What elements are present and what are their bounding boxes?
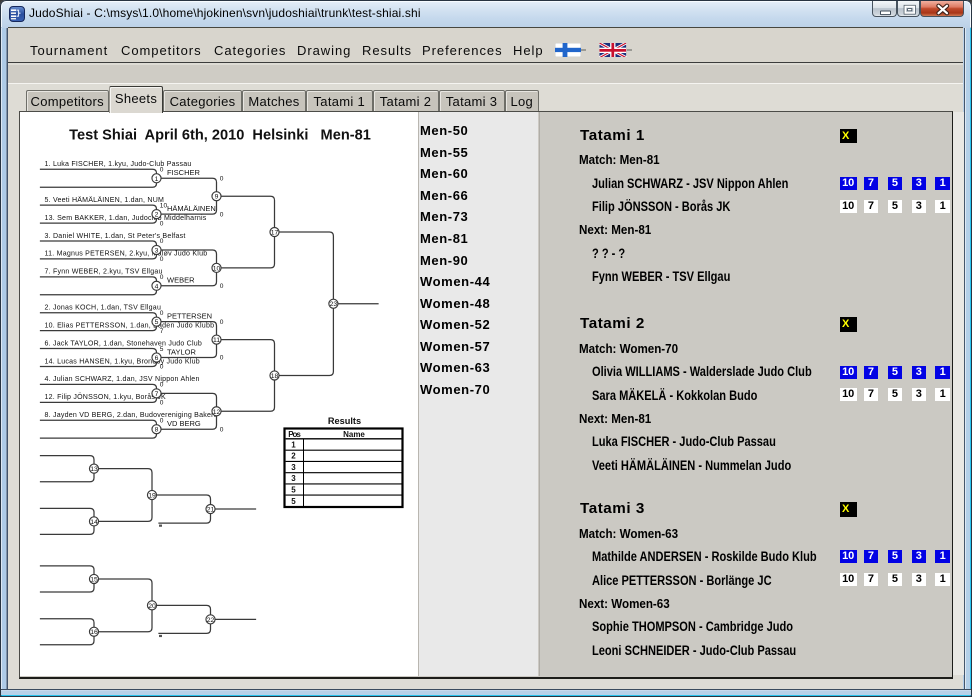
svg-text:3. Daniel WHITE, 1.dan, St Pet: 3. Daniel WHITE, 1.dan, St Peter's Belfa… — [45, 233, 186, 240]
svg-text:0: 0 — [220, 175, 224, 182]
svg-text:16: 16 — [90, 629, 98, 636]
svg-text:14: 14 — [90, 519, 98, 526]
svg-text:17: 17 — [271, 230, 279, 237]
svg-text:3: 3 — [291, 474, 296, 483]
svg-text:10: 10 — [213, 265, 221, 272]
svg-text:0: 0 — [160, 310, 164, 317]
svg-text:11. Magnus PETERSEN, 2.kyu, Må: 11. Magnus PETERSEN, 2.kyu, Måløv Judo K… — [45, 250, 208, 258]
svg-text:21: 21 — [207, 507, 215, 514]
svg-text:11: 11 — [213, 337, 220, 344]
svg-text:0: 0 — [160, 167, 164, 174]
svg-text:10. Elias PETTERSSON, 1.dan, B: 10. Elias PETTERSSON, 1.dan, Baden Judo … — [45, 322, 215, 329]
svg-text:23: 23 — [330, 301, 338, 308]
svg-text:12. Filip JÖNSSON, 1.kyu, Borå: 12. Filip JÖNSSON, 1.kyu, Borås JK — [45, 393, 167, 401]
svg-text:4: 4 — [155, 283, 159, 290]
svg-text:0: 0 — [220, 426, 224, 433]
svg-text:7: 7 — [160, 328, 164, 335]
svg-text:12: 12 — [213, 409, 221, 416]
svg-text:13: 13 — [90, 466, 98, 473]
svg-text:2: 2 — [291, 452, 296, 461]
svg-text:14. Lucas HANSEN, 1.kyu, Brond: 14. Lucas HANSEN, 1.kyu, Brondby Judo Kl… — [45, 358, 200, 365]
svg-text:1: 1 — [155, 176, 159, 183]
svg-text:0: 0 — [160, 256, 164, 263]
svg-text:Results: Results — [328, 416, 361, 426]
svg-text:13. Sem BAKKER, 1.dan, Judoclu: 13. Sem BAKKER, 1.dan, Judoclub Middelha… — [45, 215, 207, 222]
svg-text:18: 18 — [271, 373, 279, 380]
svg-text:WEBER: WEBER — [167, 276, 195, 285]
svg-text:5. Veeti HÄMÄLÄINEN, 1.dan, NU: 5. Veeti HÄMÄLÄINEN, 1.dan, NUM — [45, 196, 165, 204]
svg-text:FISCHER: FISCHER — [167, 168, 201, 177]
svg-text:0: 0 — [160, 382, 164, 389]
svg-text:0: 0 — [220, 355, 224, 362]
svg-text:3: 3 — [155, 247, 159, 254]
svg-text:5: 5 — [160, 346, 164, 353]
svg-text:5: 5 — [155, 319, 159, 326]
svg-text:0: 0 — [220, 283, 224, 290]
svg-text:0: 0 — [160, 417, 164, 424]
svg-text:9: 9 — [215, 194, 219, 201]
svg-text:7: 7 — [155, 391, 159, 398]
svg-text:PETTERSEN: PETTERSEN — [167, 311, 212, 320]
svg-text:VD BERG: VD BERG — [167, 419, 201, 428]
svg-text:8. Jayden VD BERG, 2.dan, Budo: 8. Jayden VD BERG, 2.dan, Budovereniging… — [45, 412, 218, 419]
svg-text:1. Luka FISCHER, 1.kyu, Judo-C: 1. Luka FISCHER, 1.kyu, Judo-Club Passau — [45, 161, 192, 168]
svg-text:1: 1 — [291, 440, 296, 449]
svg-text:0: 0 — [220, 319, 224, 326]
svg-text:5: 5 — [291, 497, 296, 506]
svg-text:0: 0 — [160, 274, 164, 281]
svg-text:0: 0 — [160, 238, 164, 245]
svg-text:2: 2 — [155, 212, 159, 219]
svg-text:TAYLOR: TAYLOR — [167, 347, 196, 356]
svg-text:15: 15 — [90, 576, 98, 583]
svg-text:20: 20 — [148, 603, 156, 610]
svg-text:8: 8 — [155, 427, 159, 434]
svg-text:0: 0 — [160, 400, 164, 407]
svg-text:7. Fynn WEBER, 2.kyu, TSV Ellg: 7. Fynn WEBER, 2.kyu, TSV Ellgau — [45, 269, 163, 276]
svg-text:19: 19 — [148, 493, 156, 500]
svg-text:Test Shiai April 6th, 2010 H: Test Shiai April 6th, 2010 Helsinki Men-… — [69, 128, 371, 144]
svg-text:HÄMÄLÄINEN: HÄMÄLÄINEN — [167, 204, 216, 213]
svg-text:0: 0 — [160, 220, 164, 227]
svg-text:0: 0 — [220, 211, 224, 218]
svg-text:6: 6 — [155, 355, 159, 362]
svg-text:22: 22 — [207, 617, 215, 624]
svg-text:3: 3 — [291, 463, 296, 472]
svg-text:5: 5 — [291, 485, 296, 494]
svg-text:10: 10 — [160, 202, 168, 209]
svg-text:Name: Name — [343, 430, 365, 439]
svg-text:4. Julian SCHWARZ, 1.dan, JSV: 4. Julian SCHWARZ, 1.dan, JSV Nippon Ahl… — [45, 376, 200, 383]
svg-text:6. Jack TAYLOR, 1.dan, Stoneha: 6. Jack TAYLOR, 1.dan, Stonehaven Judo C… — [45, 340, 203, 347]
svg-text:Pos: Pos — [288, 430, 301, 439]
svg-text:2. Jonas KOCH, 1.dan, TSV Ellg: 2. Jonas KOCH, 1.dan, TSV Ellgau — [45, 305, 162, 312]
svg-text:0: 0 — [160, 364, 164, 371]
